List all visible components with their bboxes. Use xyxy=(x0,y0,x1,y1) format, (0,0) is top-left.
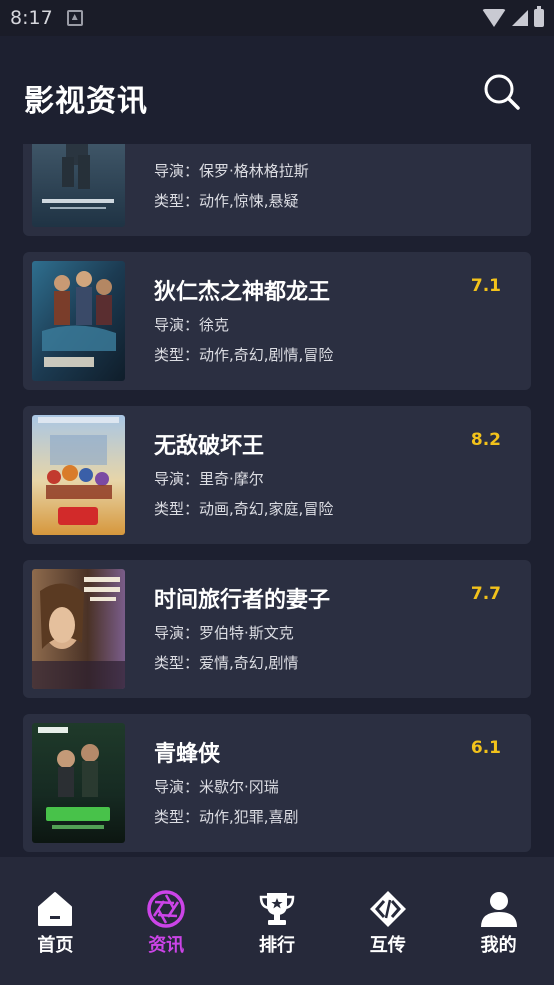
notification-icon xyxy=(66,10,83,26)
status-time: 8:17 xyxy=(10,7,53,29)
app-header: 影视资讯 xyxy=(0,36,554,144)
wifi-icon xyxy=(482,9,506,27)
tab-home[interactable]: 首页 xyxy=(0,857,111,985)
movie-genre: 类型：动作,惊悚,悬疑 xyxy=(154,192,299,210)
tab-label: 互传 xyxy=(369,935,406,956)
tab-ranking[interactable]: 排行 xyxy=(222,857,333,985)
movie-poster xyxy=(32,415,125,535)
user-icon xyxy=(480,892,517,927)
movie-card[interactable]: 无敌破坏王 8.2 导演：里奇·摩尔 类型：动画,奇幻,家庭,冒险 xyxy=(23,406,531,544)
tab-label: 我的 xyxy=(480,935,517,956)
movie-director: 导演：米歇尔·冈瑞 xyxy=(154,778,279,796)
tab-mine[interactable]: 我的 xyxy=(443,857,554,985)
movie-genre: 类型：动画,奇幻,家庭,冒险 xyxy=(154,500,334,518)
movie-poster xyxy=(32,144,125,227)
home-icon xyxy=(38,892,73,926)
signal-icon xyxy=(512,10,528,26)
bottom-tab-bar: 首页 资讯 排行 互传 我的 xyxy=(0,857,554,985)
movie-list[interactable]: 导演：保罗·格林格拉斯 类型：动作,惊悚,悬疑 狄仁杰之神都龙王 7.1 导演：… xyxy=(0,144,554,857)
movie-score: 6.1 xyxy=(470,738,501,758)
movie-title: 狄仁杰之神都龙王 xyxy=(154,280,331,305)
search-icon xyxy=(484,74,520,110)
tab-label: 资讯 xyxy=(148,935,185,956)
tab-transfer[interactable]: 互传 xyxy=(332,857,443,985)
movie-genre: 类型：动作,犯罪,喜剧 xyxy=(154,808,299,826)
movie-title: 青蜂侠 xyxy=(154,742,221,767)
trophy-icon xyxy=(259,893,295,925)
status-bar: 8:17 xyxy=(0,0,554,36)
movie-director: 导演：徐克 xyxy=(154,316,230,334)
movie-poster xyxy=(32,723,125,843)
status-indicators xyxy=(482,6,544,27)
movie-title: 无敌破坏王 xyxy=(154,434,265,459)
movie-score: 7.7 xyxy=(470,584,501,604)
movie-score: 8.2 xyxy=(470,430,501,450)
movie-genre: 类型：动作,奇幻,剧情,冒险 xyxy=(154,346,334,364)
movie-director: 导演：罗伯特·斯文克 xyxy=(154,624,294,642)
page-title: 影视资讯 xyxy=(24,84,148,119)
movie-score: 7.1 xyxy=(470,276,501,296)
tab-news[interactable]: 资讯 xyxy=(111,857,222,985)
movie-genre: 类型：爱情,奇幻,剧情 xyxy=(154,654,299,672)
movie-director: 导演：保罗·格林格拉斯 xyxy=(154,162,309,180)
battery-icon xyxy=(534,6,544,27)
aperture-icon xyxy=(147,890,185,928)
movie-card[interactable]: 狄仁杰之神都龙王 7.1 导演：徐克 类型：动作,奇幻,剧情,冒险 xyxy=(23,252,531,390)
movie-title: 时间旅行者的妻子 xyxy=(154,588,331,613)
search-button[interactable] xyxy=(480,70,524,114)
tab-label: 首页 xyxy=(37,935,74,956)
tab-label: 排行 xyxy=(258,935,295,956)
movie-poster xyxy=(32,261,125,381)
movie-card[interactable]: 时间旅行者的妻子 7.7 导演：罗伯特·斯文克 类型：爱情,奇幻,剧情 xyxy=(23,560,531,698)
movie-card[interactable]: 青蜂侠 6.1 导演：米歇尔·冈瑞 类型：动作,犯罪,喜剧 xyxy=(23,714,531,852)
transfer-icon xyxy=(369,891,406,927)
movie-card[interactable]: 导演：保罗·格林格拉斯 类型：动作,惊悚,悬疑 xyxy=(23,144,531,236)
movie-director: 导演：里奇·摩尔 xyxy=(154,470,264,488)
movie-poster xyxy=(32,569,125,689)
